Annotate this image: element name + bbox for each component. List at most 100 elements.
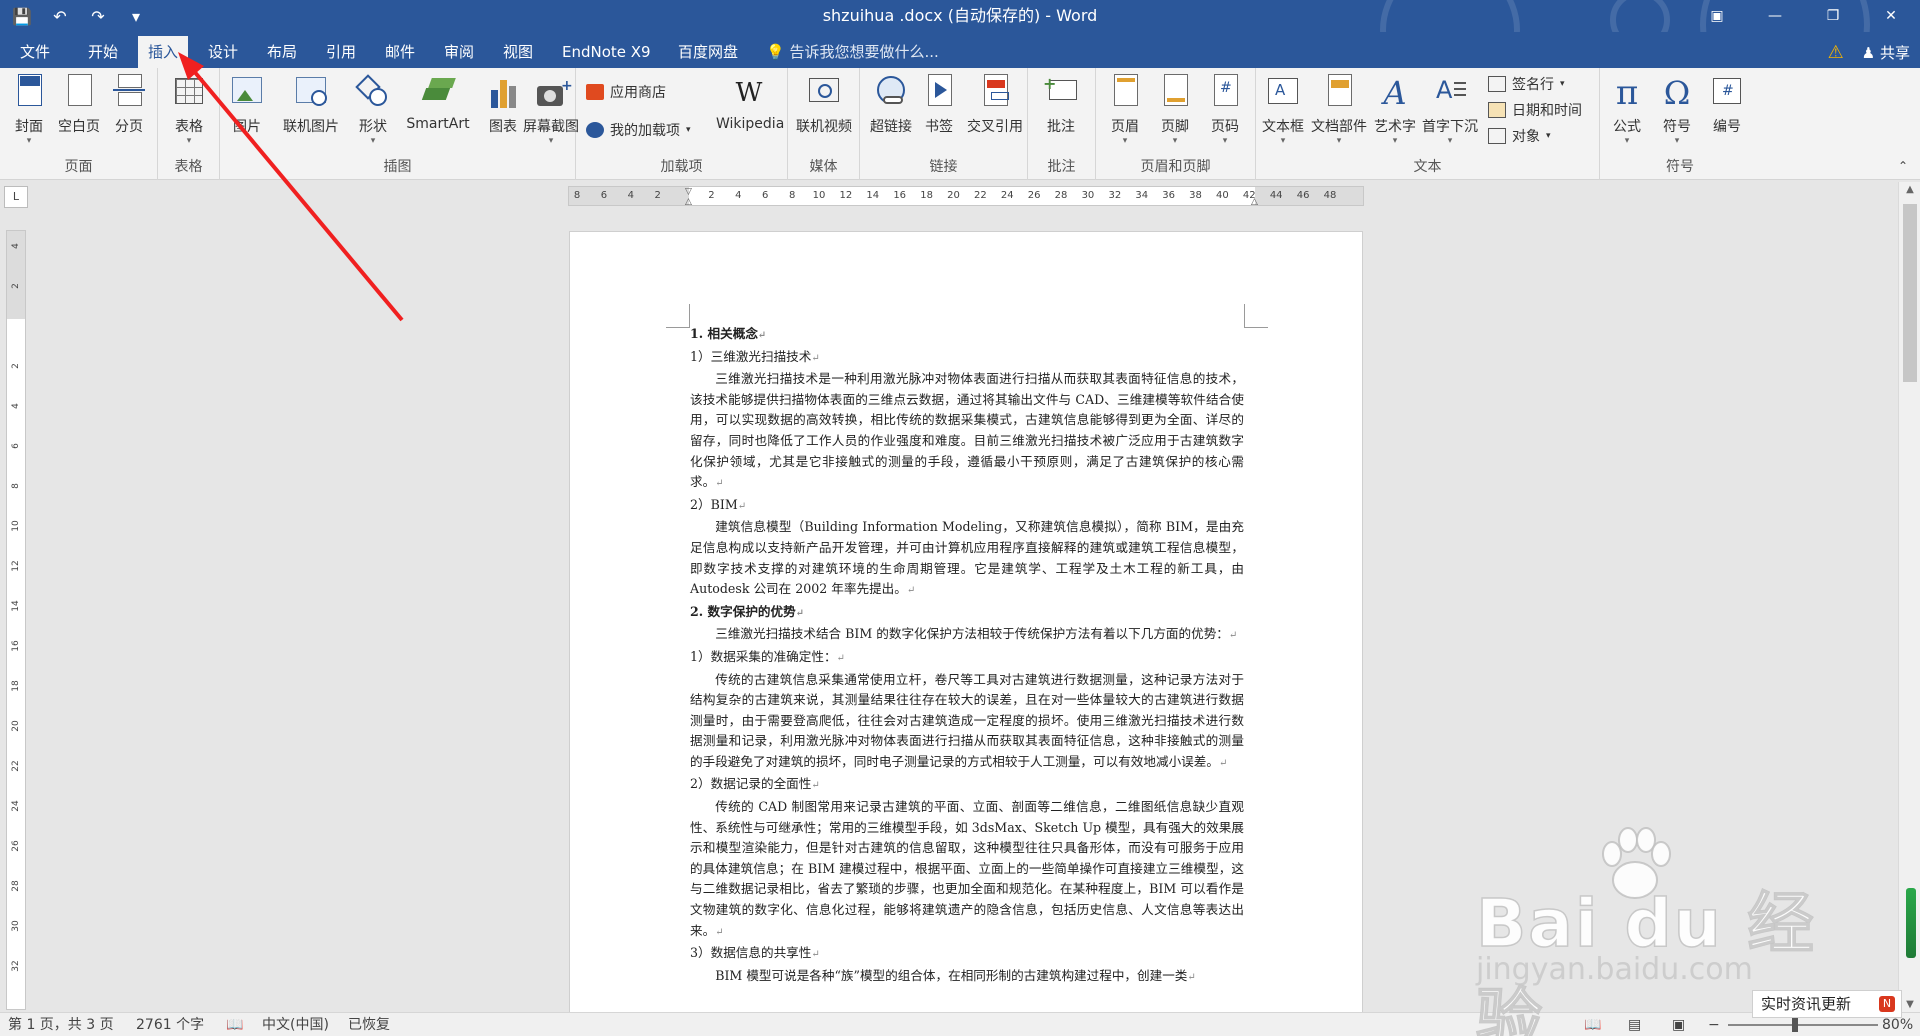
blank-page-button[interactable]: 空白页 <box>52 72 106 136</box>
ruler-tick-label: 8 <box>788 190 796 201</box>
scroll-down-icon[interactable]: ▼ <box>1899 999 1920 1010</box>
tab-selector[interactable]: L <box>4 186 28 208</box>
print-layout-icon[interactable]: ▤ <box>1628 1013 1641 1036</box>
bookmark-button[interactable]: 书签 <box>912 72 966 136</box>
proofing-icon[interactable]: 📖 <box>226 1013 243 1036</box>
horizontal-ruler[interactable]: 8 6 4 2 2 4 6 8 10 12 14 16 18 20 22 24 26 28 30 32 34 36 38 40… <box>568 186 1364 207</box>
shapes-button[interactable]: 形状 ▾ <box>346 72 400 146</box>
number-button[interactable]: # 编号 <box>1700 72 1754 136</box>
footer-button[interactable]: 页脚 ▾ <box>1148 72 1202 146</box>
ruler-tick-label: 16 <box>11 640 21 652</box>
share-button[interactable]: ♟ 共享 <box>1862 42 1910 63</box>
table-icon <box>171 74 207 112</box>
tab-endnote[interactable]: EndNote X9 <box>552 36 661 68</box>
cover-page-button[interactable]: 封面 ▾ <box>2 72 56 146</box>
cross-reference-button[interactable]: 交叉引用 <box>964 72 1026 136</box>
group-comments: + 批注 批注 <box>1028 68 1096 180</box>
ruler-tick-label: 10 <box>11 520 21 532</box>
ruler-tick-label: 20 <box>947 190 960 201</box>
tab-design[interactable]: 设计 <box>198 36 248 68</box>
ruler-tick-label: 34 <box>1135 190 1149 201</box>
scroll-up-icon[interactable]: ▲ <box>1899 184 1920 195</box>
cover-page-icon <box>11 74 47 112</box>
smartart-icon <box>420 74 456 112</box>
ruler-tick-label: 30 <box>1081 190 1095 201</box>
status-bar: 第 1 页，共 3 页 2761 个字 📖 中文(中国) 已恢复 📖 ▤ ▣ −… <box>0 1012 1920 1036</box>
zoom-slider-thumb[interactable] <box>1792 1018 1798 1032</box>
picture-icon <box>229 74 265 112</box>
footer-icon <box>1157 74 1193 112</box>
header-icon <box>1107 74 1143 112</box>
signature-line-button[interactable]: 签名行 ▾ <box>1488 72 1565 96</box>
symbol-button[interactable]: Ω 符号 ▾ <box>1650 72 1704 146</box>
tell-me-search[interactable]: 💡 告诉我您想要做什么... <box>766 36 939 68</box>
tab-insert[interactable]: 插入 <box>138 36 189 68</box>
ruler-tick-label: 14 <box>11 600 21 612</box>
online-picture-button[interactable]: 联机图片 <box>278 72 344 136</box>
table-button[interactable]: 表格 ▾ <box>162 72 216 146</box>
close-icon[interactable]: ✕ <box>1862 0 1920 32</box>
read-mode-icon[interactable]: 📖 <box>1584 1013 1601 1036</box>
hyperlink-icon <box>873 74 909 112</box>
comment-button[interactable]: + 批注 <box>1034 72 1088 136</box>
ribbon-display-icon[interactable]: ▣ <box>1688 0 1746 32</box>
document-page[interactable]: 1. 相关概念↵ 1）三维激光扫描技术↵ 三维激光扫描技术是一种利用激光脉冲对物体表… <box>570 232 1362 1036</box>
smartart-button[interactable]: SmartArt <box>400 72 476 132</box>
margin-corner-mark <box>1244 304 1268 328</box>
minimize-icon[interactable]: — <box>1746 0 1804 32</box>
my-addins-button[interactable]: 我的加载项 ▾ <box>586 118 691 142</box>
online-video-button[interactable]: 联机视频 <box>792 72 856 136</box>
tab-mailings[interactable]: 邮件 <box>375 36 425 68</box>
ruler-tick-label: 14 <box>866 190 880 201</box>
comment-icon: + <box>1043 74 1079 112</box>
ruler-tick-label: 2 <box>708 190 715 201</box>
document-body[interactable]: 1. 相关概念↵ 1）三维激光扫描技术↵ 三维激光扫描技术是一种利用激光脉冲对物体表… <box>690 324 1244 988</box>
first-line-indent-marker[interactable]: ▽ <box>685 187 692 197</box>
header-button[interactable]: 页眉 ▾ <box>1098 72 1152 146</box>
tab-view[interactable]: 视图 <box>493 36 543 68</box>
scroll-thumb[interactable] <box>1903 204 1917 382</box>
store-button[interactable]: 应用商店 <box>586 80 666 104</box>
object-button[interactable]: 对象 ▾ <box>1488 124 1551 148</box>
hyperlink-button[interactable]: 超链接 <box>864 72 918 136</box>
screenshot-button[interactable]: + 屏幕截图 ▾ <box>520 72 582 146</box>
vertical-ruler[interactable]: 4 2 2 4 6 8 10 12 14 16 18 20 22 24 26 28 30 32 <box>6 230 26 1010</box>
hanging-indent-marker[interactable]: △ <box>685 197 692 207</box>
tab-home[interactable]: 开始 <box>78 36 128 68</box>
collapse-ribbon-icon[interactable]: ⌃ <box>1898 159 1908 173</box>
news-popup[interactable]: 实时资讯更新 N <box>1752 990 1902 1018</box>
tab-review[interactable]: 审阅 <box>434 36 484 68</box>
restore-icon[interactable]: ❐ <box>1804 0 1862 32</box>
textbox-button[interactable]: A 文本框 ▾ <box>1256 72 1310 146</box>
drop-cap-button[interactable]: A 首字下沉 ▾ <box>1420 72 1480 146</box>
tab-row-right: ⚠ ♟ 共享 <box>1828 36 1910 68</box>
zoom-out-icon[interactable]: − <box>1708 1013 1720 1036</box>
group-label-links: 链接 <box>929 159 958 175</box>
side-widget[interactable] <box>1906 888 1916 958</box>
lightbulb-icon: 💡 <box>766 43 790 61</box>
page-break-button[interactable]: 分页 <box>102 72 156 136</box>
group-label-symbols: 符号 <box>1666 159 1694 175</box>
right-indent-marker[interactable]: △ <box>1251 197 1258 207</box>
tab-references[interactable]: 引用 <box>316 36 366 68</box>
warning-icon[interactable]: ⚠ <box>1828 42 1844 63</box>
language[interactable]: 中文(中国) <box>262 1013 329 1036</box>
omega-icon: Ω <box>1663 74 1691 112</box>
wordart-button[interactable]: A 艺术字 ▾ <box>1368 72 1422 146</box>
camera-icon: + <box>533 74 573 112</box>
tab-file[interactable]: 文件 <box>10 36 60 68</box>
web-layout-icon[interactable]: ▣ <box>1672 1013 1685 1036</box>
page-count[interactable]: 第 1 页，共 3 页 <box>8 1013 114 1036</box>
tab-layout[interactable]: 布局 <box>257 36 307 68</box>
ruler-tick-label: 26 <box>1027 190 1041 201</box>
equation-button[interactable]: π 公式 ▾ <box>1600 72 1654 146</box>
word-count[interactable]: 2761 个字 <box>136 1013 204 1036</box>
bookmark-icon <box>921 74 957 112</box>
window-controls: ▣ — ❐ ✕ <box>1688 0 1920 32</box>
page-number-button[interactable]: # 页码 ▾ <box>1198 72 1252 146</box>
wikipedia-button[interactable]: W Wikipedia <box>716 72 784 132</box>
quick-parts-button[interactable]: 文档部件 ▾ <box>1308 72 1370 146</box>
picture-button[interactable]: 图片 <box>220 72 274 136</box>
tab-baidu-netdisk[interactable]: 百度网盘 <box>668 36 748 68</box>
date-time-button[interactable]: 日期和时间 <box>1488 98 1582 122</box>
